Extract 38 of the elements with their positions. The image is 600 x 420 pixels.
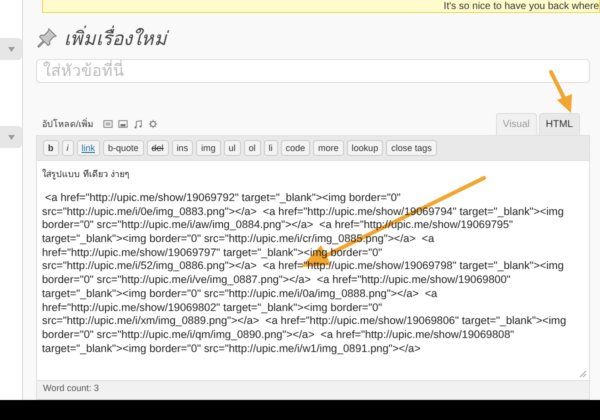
toolbar-button[interactable]: close tags — [386, 140, 437, 156]
music-note-icon[interactable] — [132, 118, 143, 129]
resize-grip-icon[interactable] — [579, 370, 587, 378]
code-line: target="_blank"><img border="0" src="http://upic.me/i/w1/img_0891.png"></a> — [42, 342, 421, 356]
image-icon[interactable] — [102, 118, 113, 129]
video-icon[interactable] — [118, 118, 128, 129]
word-count: Word count: 3 — [43, 383, 99, 394]
upload-label: อัปโหลด/เพิ่ม — [42, 116, 94, 131]
toolbar-button[interactable]: b-quote — [103, 140, 144, 156]
toolbar-button[interactable]: ol — [244, 140, 261, 156]
pushpin-icon — [36, 26, 58, 49]
code-line: <a href="http://upic.me/show/19069792" target="_blank"><img border="0" — [44, 192, 401, 206]
code-line: src="http://upic.me/i/52/img_0886.png"></a> <a href="http://upic.me/show/19069798" target="_blank"><img — [42, 260, 564, 274]
toolbar-button[interactable]: ul — [224, 140, 241, 156]
toolbar-button[interactable]: img — [196, 140, 221, 156]
editor-heading-text: ใส่รูปแบบ ทีเดียว ง่ายๆ — [42, 168, 131, 181]
toolbar-button[interactable]: more — [313, 140, 344, 156]
toolbar-button[interactable]: del — [146, 140, 169, 156]
toolbar-button[interactable]: code — [280, 140, 310, 156]
code-line: src="http://upic.me/i/xm/img_0889.png"></a> <a href="http://upic.me/show/19069806" target="_blank"><img — [42, 315, 566, 329]
code-line: border="0" src="http://upic.me/i/ve/img_0887.png"></a> <a href="http://upic.me/show/19069800" — [42, 274, 510, 288]
code-line: target="_blank"><img border="0" src="http://upic.me/i/0a/img_0888.png"></a> <a — [42, 288, 438, 302]
title-input-field[interactable]: ใส่หัวข้อที่นี่ — [36, 58, 590, 83]
html-editor-area[interactable] — [36, 160, 590, 382]
toolbar-button[interactable]: i — [62, 140, 74, 156]
dropdown-arrow-icon[interactable] — [8, 46, 14, 52]
code-line: border="0" src="http://upic.me/i/qm/img_0890.png"></a> <a href="http://upic.me/show/19069808" — [42, 328, 514, 343]
notice-text: It's so nice to have you back where — [444, 0, 599, 12]
code-line: href="http://upic.me/show/19069802" target="_blank"><img border="0" — [42, 302, 382, 316]
toolbar-button[interactable]: ins — [172, 140, 194, 156]
toolbar-button[interactable]: b — [43, 140, 58, 156]
toolbar-button[interactable]: link — [76, 140, 100, 156]
toolbar-button[interactable]: lookup — [346, 140, 384, 156]
gear-icon[interactable] — [148, 118, 158, 129]
editor-tab[interactable]: HTML — [538, 112, 580, 135]
toolbar-button[interactable]: li — [264, 140, 278, 156]
page-title: เพิ่มเรื่องใหม่ — [64, 24, 167, 52]
dropdown-arrow-icon[interactable] — [8, 134, 14, 140]
